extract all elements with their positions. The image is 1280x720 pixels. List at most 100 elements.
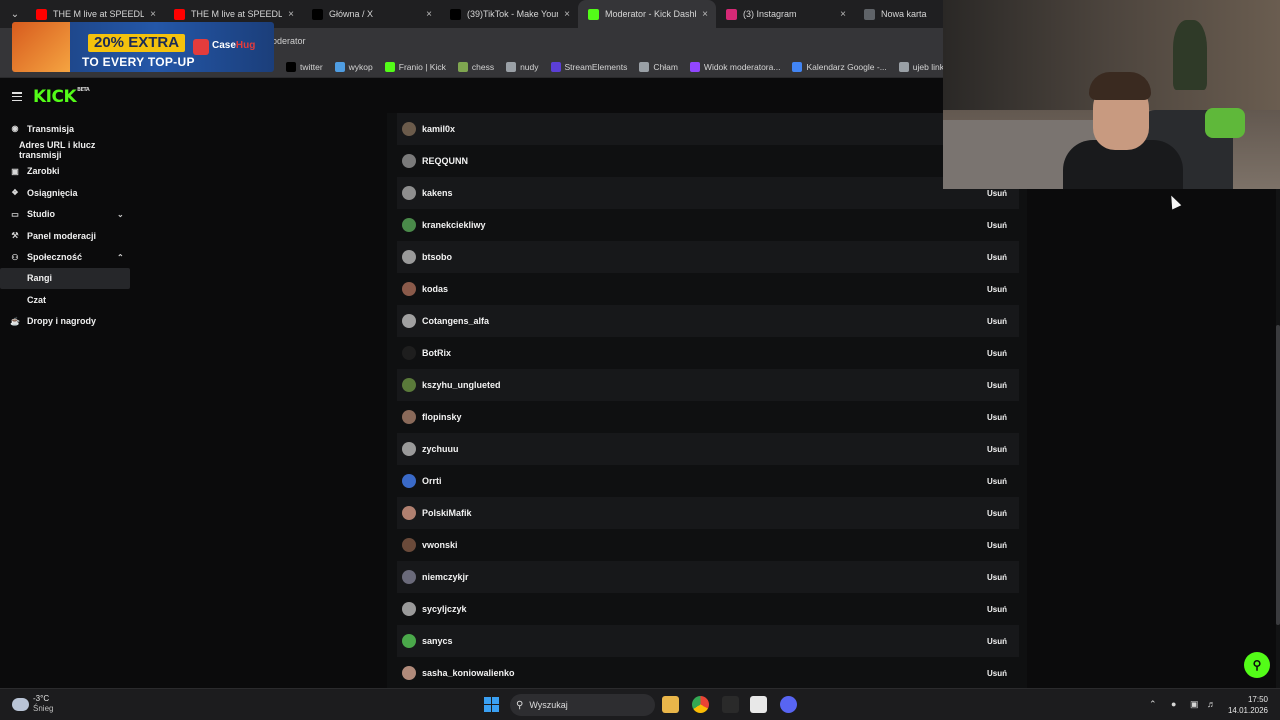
bookmark-item[interactable]: Kalendarz Google -... xyxy=(792,61,887,72)
tray-overflow-icon[interactable]: ⌃ xyxy=(1149,699,1157,710)
avatar xyxy=(402,378,416,392)
remove-button[interactable]: Usuń xyxy=(987,605,1007,614)
moderator-username[interactable]: zychuuu xyxy=(422,444,459,454)
bookmark-label: wykop xyxy=(348,61,373,72)
bookmark-item[interactable]: StreamElements xyxy=(550,61,627,72)
volume-icon[interactable]: ♬ xyxy=(1207,699,1216,709)
sidebar-item[interactable]: ▣ Zarobki xyxy=(0,161,140,182)
x-icon xyxy=(312,8,323,20)
remove-button[interactable]: Usuń xyxy=(987,189,1007,198)
bookmark-item[interactable]: nudy xyxy=(506,61,539,72)
bookmark-item[interactable]: Chłam xyxy=(639,61,678,72)
tab-close-icon[interactable]: × xyxy=(702,9,708,20)
bookmark-item[interactable]: wykop xyxy=(334,61,373,72)
taskbar-clock[interactable]: 17:50 14.01.2026 xyxy=(1224,694,1268,716)
remove-button[interactable]: Usuń xyxy=(987,221,1007,230)
sidebar-item[interactable]: ⚇ Społeczność ⌃ xyxy=(0,246,140,267)
sidebar-item[interactable]: Czat xyxy=(0,289,140,310)
moderator-username[interactable]: REQQUNN xyxy=(422,156,468,166)
sidebar-item[interactable]: ⚒ Panel moderacji xyxy=(0,225,140,246)
bookmark-item[interactable]: ujeb link xyxy=(898,61,944,72)
support-chat-button[interactable]: ⚲ xyxy=(1244,652,1270,678)
browser-tab[interactable]: (39)TikTok - Make Your Day × xyxy=(440,0,578,28)
kick-logo[interactable]: KICKBETA xyxy=(33,87,90,107)
notepad-icon[interactable] xyxy=(750,696,767,713)
address-url[interactable]: oderator xyxy=(272,36,306,46)
moderator-username[interactable]: kszyhu_unglueted xyxy=(422,380,501,390)
moderator-username[interactable]: kakens xyxy=(422,188,453,198)
windows-start-icon[interactable] xyxy=(484,697,499,712)
chevron-down-icon[interactable]: ⌄ xyxy=(117,210,124,219)
moderator-username[interactable]: sasha_koniowalienko xyxy=(422,668,515,678)
moderator-username[interactable]: Cotangens_alfa xyxy=(422,316,489,326)
weather-widget[interactable]: -3°C Śnieg xyxy=(12,694,53,714)
moderator-username[interactable]: kranekciekliwy xyxy=(422,220,486,230)
chevron-up-icon[interactable]: ⌃ xyxy=(117,253,124,262)
remove-button[interactable]: Usuń xyxy=(987,669,1007,678)
remove-button[interactable]: Usuń xyxy=(987,381,1007,390)
remove-button[interactable]: Usuń xyxy=(987,445,1007,454)
moderator-username[interactable]: kodas xyxy=(422,284,448,294)
remove-button[interactable]: Usuń xyxy=(987,509,1007,518)
tab-close-icon[interactable]: × xyxy=(288,9,294,20)
discord-icon[interactable] xyxy=(780,696,797,713)
remove-button[interactable]: Usuń xyxy=(987,573,1007,582)
moderator-username[interactable]: BotRix xyxy=(422,348,451,358)
page-scrollbar-thumb[interactable] xyxy=(1276,325,1280,625)
moderator-row: btsobo Usuń xyxy=(397,241,1019,273)
wrench-icon: ⚒ xyxy=(11,231,19,241)
moderator-row: Cotangens_alfa Usuń xyxy=(397,305,1019,337)
moderator-username[interactable]: kamil0x xyxy=(422,124,455,134)
moderator-username[interactable]: flopinsky xyxy=(422,412,462,422)
moderator-username[interactable]: sanycs xyxy=(422,636,453,646)
remove-button[interactable]: Usuń xyxy=(987,413,1007,422)
remove-button[interactable]: Usuń xyxy=(987,477,1007,486)
bookmark-item[interactable]: chess xyxy=(457,61,494,72)
taskbar-search[interactable]: ⚲ Wyszukaj xyxy=(510,694,655,716)
moderator-username[interactable]: PolskiMafik xyxy=(422,508,472,518)
remove-button[interactable]: Usuń xyxy=(987,637,1007,646)
network-icon[interactable]: ▣ xyxy=(1190,699,1199,710)
sidebar-item[interactable]: ❖ Osiągnięcia xyxy=(0,182,140,203)
moderator-username[interactable]: Orrti xyxy=(422,476,442,486)
bookmark-item[interactable]: Franio | Kick xyxy=(384,61,446,72)
moderator-username[interactable]: btsobo xyxy=(422,252,452,262)
hamburger-menu-icon[interactable] xyxy=(12,92,22,101)
avatar xyxy=(402,602,416,616)
app-icon[interactable] xyxy=(722,696,739,713)
promo-box-image xyxy=(12,22,70,72)
remove-button[interactable]: Usuń xyxy=(987,253,1007,262)
browser-tab[interactable]: (3) Instagram × xyxy=(716,0,854,28)
moderator-row: REQQUNNUsuń xyxy=(397,145,1019,177)
remove-button[interactable]: Usuń xyxy=(987,317,1007,326)
promo-subline: TO EVERY TOP-UP xyxy=(82,55,195,69)
microphone-icon[interactable]: ● xyxy=(1171,699,1176,709)
chrome-icon[interactable] xyxy=(692,696,709,713)
sidebar-item[interactable]: Rangi xyxy=(0,267,130,290)
bookmark-item[interactable]: twitter xyxy=(286,61,323,72)
remove-button[interactable]: Usuń xyxy=(987,541,1007,550)
browser-tab[interactable]: Główna / X × xyxy=(302,0,440,28)
trophy-icon: ❖ xyxy=(11,188,19,198)
tab-close-icon[interactable]: × xyxy=(426,9,432,20)
remove-button[interactable]: Usuń xyxy=(987,349,1007,358)
tab-close-icon[interactable]: × xyxy=(564,9,570,20)
tab-title: THE M live at SPEEDLAND xyxy=(191,9,283,19)
sidebar-item-label: Osiągnięcia xyxy=(27,187,78,198)
bookmark-item[interactable]: Widok moderatora... xyxy=(689,61,780,72)
tab-search-chevron-icon[interactable]: ⌄ xyxy=(4,4,26,24)
avatar xyxy=(402,570,416,584)
tab-close-icon[interactable]: × xyxy=(150,9,156,20)
moderator-username[interactable]: vwonski xyxy=(422,540,458,550)
moderator-username[interactable]: niemczykjr xyxy=(422,572,469,582)
browser-tab[interactable]: Moderator - Kick Dashboard × xyxy=(578,0,716,28)
sidebar-item[interactable]: ▭ Studio ⌄ xyxy=(0,204,140,225)
sidebar-item[interactable]: Adres URL i klucz transmisji xyxy=(0,139,140,160)
remove-button[interactable]: Usuń xyxy=(987,285,1007,294)
sidebar-item[interactable]: ◉ Transmisja xyxy=(0,118,140,139)
sidebar-item[interactable]: ☕ Dropy i nagrody xyxy=(0,311,140,332)
file-explorer-icon[interactable] xyxy=(662,696,679,713)
moderator-row: flopinsky Usuń xyxy=(397,401,1019,433)
tab-close-icon[interactable]: × xyxy=(840,9,846,20)
moderator-username[interactable]: sycyljczyk xyxy=(422,604,467,614)
